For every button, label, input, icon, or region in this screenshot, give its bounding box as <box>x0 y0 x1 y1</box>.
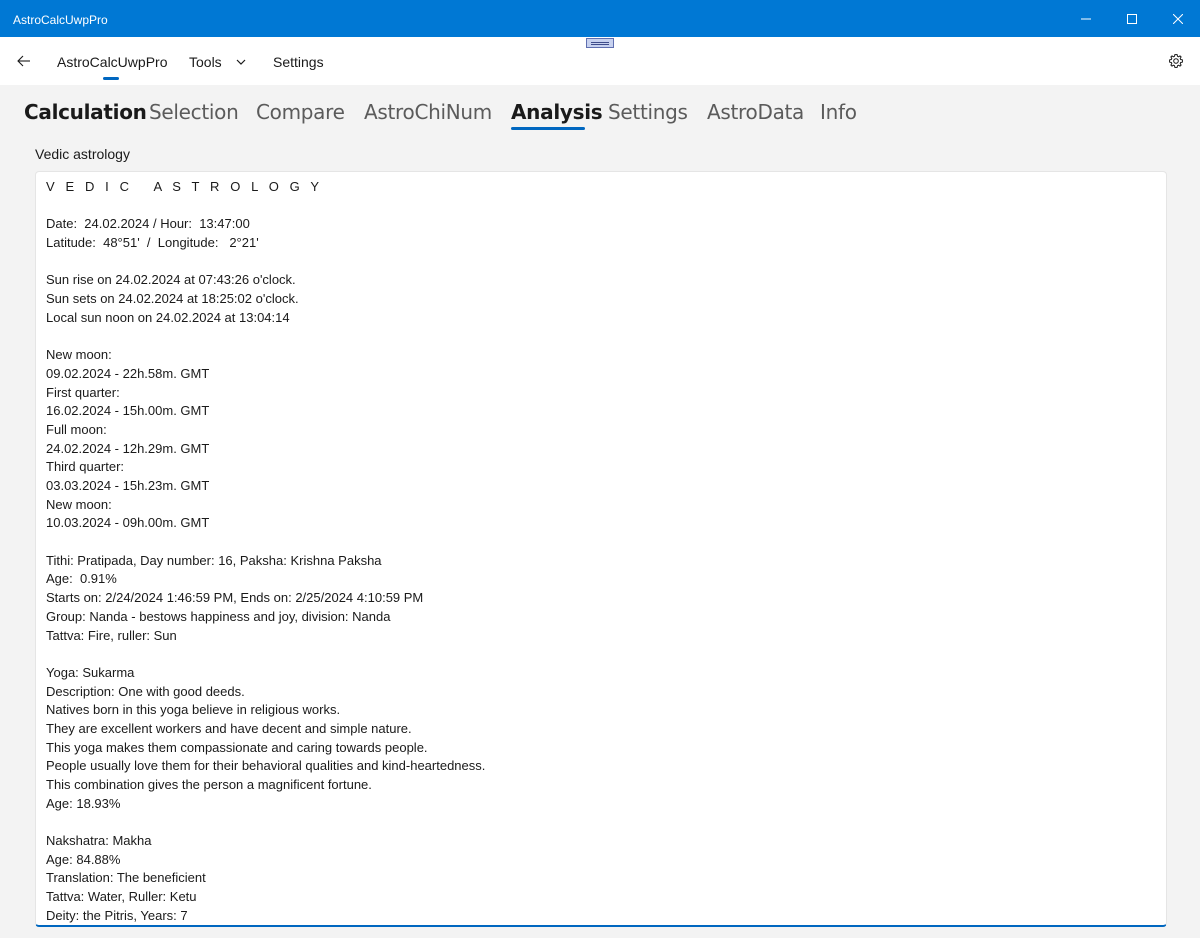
chevron-down-icon[interactable] <box>235 56 247 68</box>
text-line: Description: One with good deeds. <box>46 683 245 699</box>
text-line: Date: 24.02.2024 / Hour: 13:47:00 <box>46 216 250 232</box>
vedic-astrology-textbox[interactable]: V E D I C A S T R O L O G Y Date: 24.02.2… <box>35 171 1167 927</box>
tab-selection-indicator <box>511 127 585 130</box>
text-line: Tithi: Pratipada, Day number: 16, Paksha… <box>46 552 382 568</box>
text-line: First quarter: <box>46 384 120 400</box>
close-icon <box>1173 13 1183 24</box>
nav-item-tools[interactable]: Tools <box>189 53 222 71</box>
tab-astrodata[interactable]: AstroData <box>707 100 804 124</box>
top-navigation-bar: AstroCalcUwpPro Tools Settings <box>0 37 1200 85</box>
nav-item-settings[interactable]: Settings <box>273 53 324 71</box>
text-line: 03.03.2024 - 15h.23m. GMT <box>46 478 210 493</box>
minimize-icon <box>1081 18 1091 19</box>
text-line: Age: 0.91% <box>46 571 117 587</box>
textbox-content: V E D I C A S T R O L O G Y Date: 24.02.2… <box>46 178 486 925</box>
text-line: Age: 18.93% <box>46 795 121 811</box>
window-title: AstroCalcUwpPro <box>13 13 108 27</box>
text-line: People usually love them for their behav… <box>46 758 486 774</box>
nav-selection-indicator <box>103 77 119 80</box>
text-line: This yoga makes them compassionate and c… <box>46 739 428 755</box>
text-line: Deity: the Pitris, Years: 7 <box>46 907 188 923</box>
tab-selection[interactable]: Selection <box>149 100 239 124</box>
text-line: New moon: <box>46 347 112 363</box>
tab-settings[interactable]: Settings <box>608 100 688 124</box>
tab-bar: Calculation Selection Compare AstroChiNu… <box>0 85 1200 135</box>
minimize-button[interactable] <box>1063 0 1109 37</box>
text-line: They are excellent workers and have dece… <box>46 720 412 736</box>
section-label: Vedic astrology <box>35 146 130 162</box>
text-line: Nakshatra: Makha <box>46 833 152 849</box>
maximize-button[interactable] <box>1109 0 1155 37</box>
tab-info[interactable]: Info <box>820 100 857 124</box>
text-line: Sun rise on 24.02.2024 at 07:43:26 o'clo… <box>46 272 296 288</box>
text-line: Natives born in this yoga believe in rel… <box>46 702 341 718</box>
text-line: 24.02.2024 - 12h.29m. GMT <box>46 440 210 456</box>
tab-analysis[interactable]: Analysis <box>511 100 603 124</box>
tab-compare[interactable]: Compare <box>256 100 345 124</box>
text-line: 16.02.2024 - 15h.00m. GMT <box>46 403 210 419</box>
tab-astrochinum[interactable]: AstroChiNum <box>364 100 492 124</box>
back-arrow-icon <box>17 55 30 67</box>
text-line: Latitude: 48°51' / Longitude: 2°21' <box>46 235 259 251</box>
text-line <box>46 253 485 272</box>
text-line: Translation: The beneficient <box>46 870 206 886</box>
close-button[interactable] <box>1155 0 1200 37</box>
maximize-icon <box>1127 13 1137 24</box>
tab-calculation[interactable]: Calculation <box>24 100 147 124</box>
text-line: Tattva: Fire, ruller: Sun <box>46 627 177 643</box>
text-line: This combination gives the person a magn… <box>46 777 372 792</box>
text-line: Third quarter: <box>46 459 125 475</box>
text-line: Age: 84.88% <box>46 851 121 867</box>
settings-button[interactable] <box>1164 49 1188 73</box>
text-line <box>46 645 485 664</box>
text-line <box>46 328 485 347</box>
back-button[interactable] <box>12 49 36 73</box>
text-line: 09.02.2024 - 22h.58m. GMT <box>46 365 210 381</box>
nav-item-app[interactable]: AstroCalcUwpPro <box>57 53 167 71</box>
text-line: 10.03.2024 - 09h.00m. GMT <box>46 515 210 531</box>
text-line: Starts on: 2/24/2024 1:46:59 PM, Ends on… <box>46 590 424 606</box>
text-line <box>46 197 485 216</box>
text-line: New moon: <box>46 496 112 512</box>
text-line: Sun sets on 24.02.2024 at 18:25:02 o'clo… <box>46 291 299 307</box>
title-bar: AstroCalcUwpPro <box>0 0 1200 37</box>
text-line: Full moon: <box>46 421 107 437</box>
text-line: Local sun noon on 24.02.2024 at 13:04:14 <box>46 309 290 325</box>
drag-handle-icon[interactable] <box>586 38 614 48</box>
text-line: Tattva: Water, Ruller: Ketu <box>46 889 197 905</box>
gear-icon <box>1168 53 1184 69</box>
text-line: Group: Nanda - bestows happiness and joy… <box>46 608 391 624</box>
text-line <box>46 813 485 832</box>
text-line <box>46 533 485 552</box>
text-heading: V E D I C A S T R O L O G Y <box>46 179 323 194</box>
text-line: Yoga: Sukarma <box>46 664 135 680</box>
